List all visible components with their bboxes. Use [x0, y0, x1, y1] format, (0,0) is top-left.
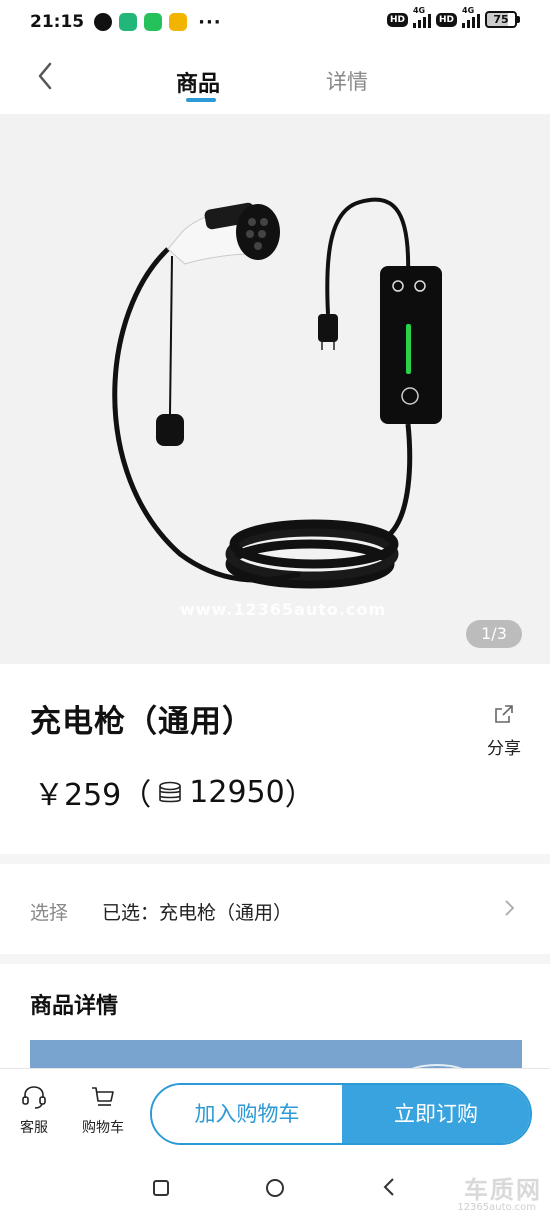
system-nav-bar: 车质网 12365auto.com	[0, 1158, 550, 1222]
bottom-action-bar: 客服 购物车 加入购物车 立即订购	[0, 1068, 550, 1158]
active-tab-indicator	[186, 98, 216, 102]
tab-detail[interactable]: 详情	[326, 66, 368, 96]
app-notification-icon-yellow	[169, 13, 188, 31]
product-info: 充电枪（通用） 分享 ￥259（ 12950 ）	[0, 664, 550, 854]
section-divider-2	[0, 954, 550, 964]
product-detail-section: 商品详情	[0, 964, 550, 1074]
product-image[interactable]: www.12365auto.com 1/3	[0, 114, 550, 664]
chevron-left-icon	[38, 62, 52, 90]
charging-gun-illustration	[112, 197, 442, 589]
watermark: www.12365auto.com	[180, 600, 387, 619]
chevron-right-icon	[505, 900, 515, 916]
selected-spec: 已选：充电枪（通用）	[102, 902, 293, 924]
add-to-cart-button[interactable]: 加入购物车	[152, 1085, 342, 1143]
more-notifications: ···	[198, 11, 222, 33]
cart-label: 购物车	[82, 1120, 124, 1136]
product-title: 充电枪（通用）	[30, 704, 254, 740]
corner-watermark-url: 12365auto.com	[457, 1202, 536, 1213]
points-value: 12950	[189, 774, 285, 810]
status-bar: 21:15 ··· HD 4G HD 4G 75	[0, 0, 550, 44]
wechat-icon	[144, 13, 163, 31]
top-nav: 商品 详情	[0, 44, 550, 114]
share-icon	[495, 705, 513, 723]
share-button[interactable]: 分享	[484, 702, 524, 759]
status-right: HD 4G HD 4G 75	[386, 6, 520, 28]
price-value: ￥259（	[34, 778, 152, 813]
hd-badge-2: HD	[435, 12, 457, 27]
spec-select-row[interactable]: 选择 已选：充电枪（通用）	[0, 864, 550, 954]
back-button[interactable]	[32, 58, 62, 94]
battery-icon: 75	[485, 11, 520, 28]
share-label: 分享	[487, 739, 521, 759]
corner-watermark: 车质网	[464, 1176, 542, 1204]
home-button[interactable]	[266, 1179, 284, 1197]
alarm-icon	[94, 13, 113, 31]
hd-badge: HD	[386, 12, 408, 27]
signal-icon-2: 4G	[462, 6, 480, 28]
battery-level: 75	[485, 11, 517, 28]
points-coin-icon	[159, 781, 182, 803]
tab-goods[interactable]: 商品	[176, 66, 220, 98]
recent-apps-button[interactable]	[153, 1180, 169, 1196]
network-type: 4G	[412, 5, 426, 15]
status-time: 21:15	[30, 12, 85, 32]
customer-service-button[interactable]: 客服	[16, 1083, 52, 1137]
select-label: 选择	[30, 902, 69, 924]
system-back-button[interactable]	[382, 1176, 396, 1198]
cart-icon	[92, 1087, 114, 1106]
cart-button[interactable]: 购物车	[80, 1083, 126, 1137]
network-type-2: 4G	[462, 5, 475, 15]
buy-now-button[interactable]: 立即订购	[342, 1085, 530, 1143]
image-pager: 1/3	[466, 620, 522, 648]
price: ￥259（ 12950 ）	[34, 770, 315, 814]
signal-icon: 4G	[412, 6, 431, 28]
app-notification-icon	[119, 13, 138, 31]
section-divider	[0, 854, 550, 864]
detail-title: 商品详情	[30, 994, 119, 1019]
purchase-buttons: 加入购物车 立即订购	[150, 1083, 532, 1145]
service-label: 客服	[20, 1120, 48, 1136]
price-suffix: ）	[284, 778, 315, 813]
headset-icon	[22, 1086, 46, 1109]
